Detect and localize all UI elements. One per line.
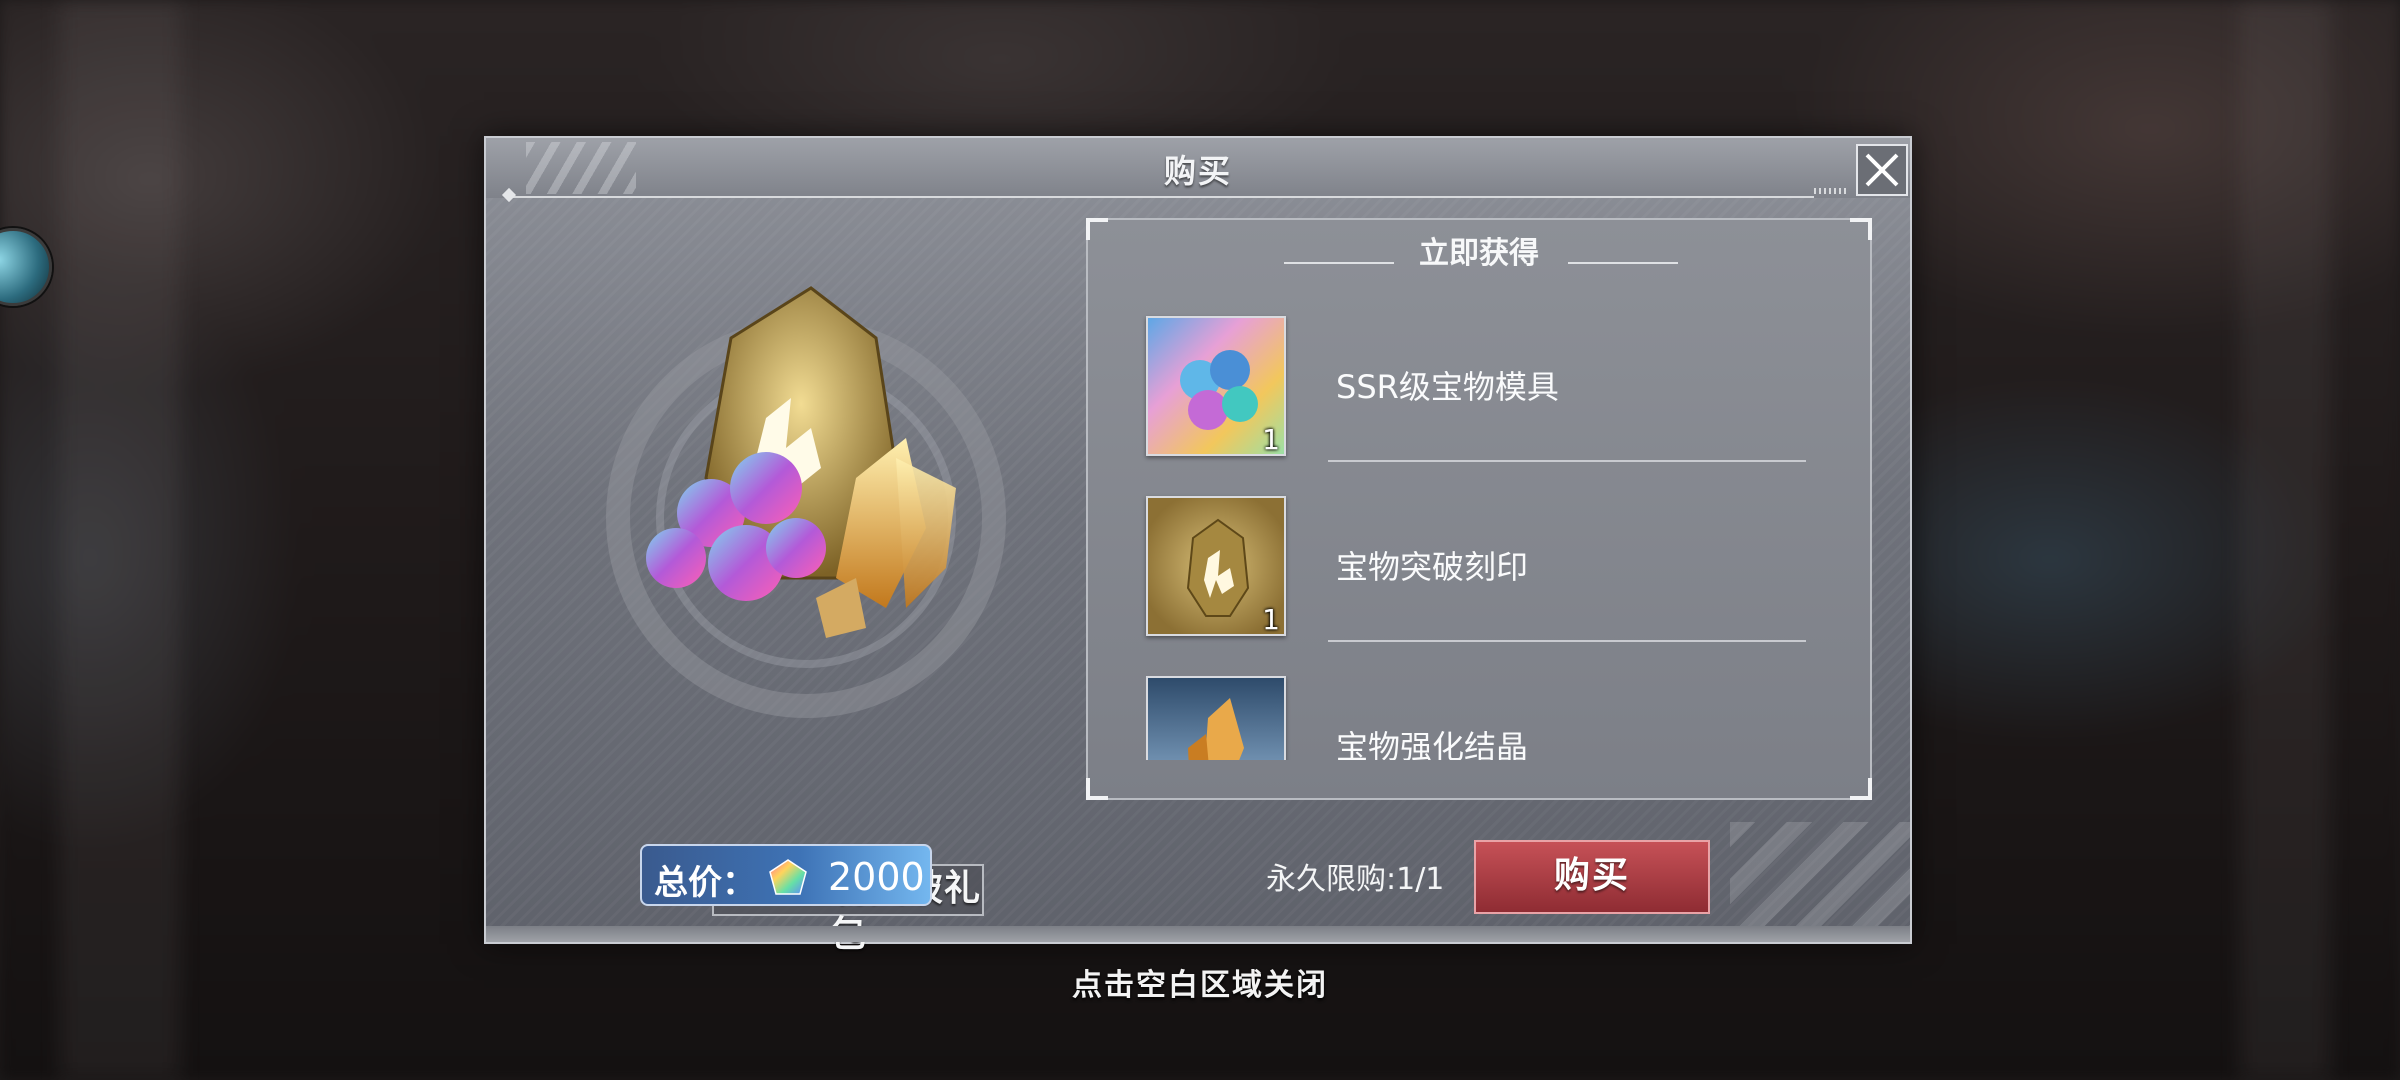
corner-decoration	[1086, 778, 1108, 800]
purchase-limit: 永久限购:1/1	[1266, 862, 1445, 897]
item-name: 宝物突破刻印	[1336, 548, 1529, 586]
purchase-dialog: 购买 总价： 2000 立即获得 1 SSR级宝物模具 1 宝物突破刻印 宝物强…	[484, 136, 1912, 955]
reward-item[interactable]: 宝物强化结晶	[1146, 676, 1836, 760]
background-stripe	[60, 0, 180, 1080]
reward-item[interactable]: 1 宝物突破刻印	[1146, 496, 1836, 646]
background-stripe	[2240, 0, 2330, 1080]
corner-decoration	[1850, 778, 1872, 800]
dialog-bottom-bar	[486, 926, 1910, 942]
crystal-icon[interactable]	[1146, 676, 1286, 760]
total-price: 总价： 2000	[640, 844, 932, 906]
item-name: 宝物强化结晶	[1336, 728, 1529, 760]
close-hint: 点击空白区域关闭	[1072, 968, 1328, 1003]
gem-cluster-icon[interactable]: 1	[1146, 316, 1286, 456]
price-label: 总价：	[654, 863, 756, 903]
item-quantity: 1	[1262, 423, 1280, 456]
corner-stripes-decoration	[1730, 822, 1910, 942]
item-name: SSR级宝物模具	[1336, 368, 1559, 406]
buy-button[interactable]: 购买	[1474, 840, 1710, 914]
rainbow-gem-icon	[769, 859, 807, 895]
header-ticks	[1814, 188, 1848, 194]
price-value: 2000	[828, 855, 925, 899]
pack-artwork: SSR宝物突破礼包	[566, 278, 1036, 955]
item-divider	[1328, 640, 1806, 642]
header-divider	[510, 196, 1814, 198]
reward-item[interactable]: 1 SSR级宝物模具	[1146, 316, 1836, 466]
treasure-pack-icon	[646, 286, 956, 638]
rewards-panel[interactable]: 立即获得 1 SSR级宝物模具 1 宝物突破刻印 宝物强化结晶	[1086, 218, 1872, 800]
close-button[interactable]	[1856, 144, 1908, 196]
item-divider	[1328, 460, 1806, 462]
close-icon	[1865, 153, 1899, 187]
gold-seal-icon[interactable]: 1	[1146, 496, 1286, 636]
rewards-title: 立即获得	[1419, 236, 1539, 271]
crystal-art	[1188, 698, 1244, 760]
item-quantity: 1	[1262, 603, 1280, 636]
dialog-title: 购买	[1163, 152, 1232, 190]
